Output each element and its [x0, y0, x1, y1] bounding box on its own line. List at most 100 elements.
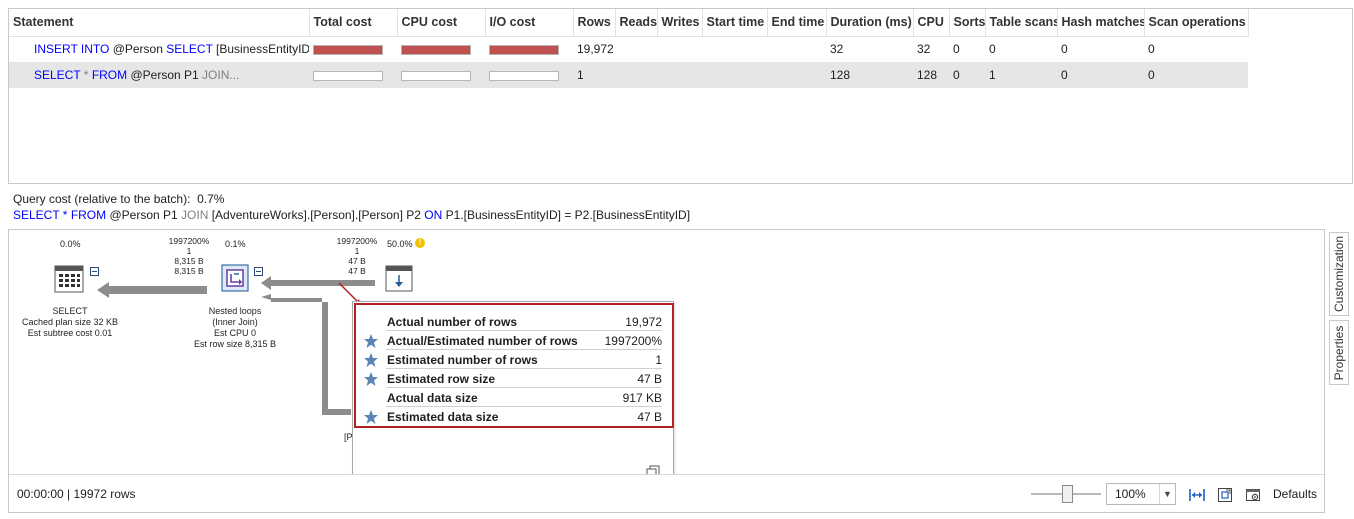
loops-node-percent: 0.1% [225, 239, 246, 249]
arrow-scan-to-loops-upper [261, 276, 375, 290]
zoom-slider-thumb[interactable] [1062, 485, 1073, 503]
col-header-io-cost[interactable]: I/O cost [485, 9, 574, 37]
writes-cell [657, 62, 702, 88]
select-icon[interactable] [54, 265, 84, 293]
loops-node-join-type: (Inner Join) [212, 317, 258, 327]
statement-cell[interactable]: INSERT INTO @Person SELECT [BusinessEnti… [9, 36, 309, 62]
col-header-total-cost[interactable]: Total cost [309, 9, 398, 37]
io-cost-cell [485, 36, 573, 62]
loops-node-cpu: Est CPU 0 [213, 328, 256, 338]
loops-node-title: Nested loops [208, 306, 262, 316]
cpu-cell: 128 [913, 62, 949, 88]
loops-stat-ratio: 1997200% [168, 236, 210, 246]
tab-properties[interactable]: Properties [1329, 320, 1349, 385]
total-cost-bar [313, 45, 383, 56]
collapse-select-icon[interactable] [90, 267, 99, 276]
zoom-value: 100% [1115, 487, 1146, 501]
table-scans-cell: 1 [985, 62, 1057, 88]
defaults-button[interactable]: Defaults [1273, 487, 1317, 501]
warning-icon[interactable]: ! [415, 238, 425, 248]
select-node-percent: 0.0% [60, 239, 81, 249]
collapse-loops-icon[interactable] [254, 267, 263, 276]
execution-plan-diagram[interactable]: 0.0% SELECT Cached plan size 32 KB Est s… [8, 229, 1325, 513]
tooltip-highlight-box: Actual number of rows 19,972 Actual/Esti… [354, 303, 674, 428]
io-cost-cell [485, 62, 573, 88]
cpu-cost-cell [397, 62, 485, 88]
col-header-duration[interactable]: Duration (ms) [826, 9, 914, 37]
tooltip-row-label: Estimated number of rows [387, 353, 538, 367]
sql-text: [BusinessEntityID],... [216, 42, 309, 57]
sql-keyword: SELECT [34, 68, 81, 82]
grid-header-row: Statement Total cost CPU cost I/O cost R… [9, 9, 1249, 37]
table-scan-icon[interactable] [385, 265, 415, 293]
start-time-cell [702, 36, 767, 62]
star-icon [364, 334, 378, 348]
scan-stat-size-act: 47 B [348, 266, 366, 276]
col-header-sorts[interactable]: Sorts [949, 9, 986, 37]
sql-keyword: SELECT [13, 208, 60, 222]
col-header-rows[interactable]: Rows [573, 9, 616, 37]
tooltip-row-value: 19,972 [625, 315, 662, 329]
star-icon [364, 353, 378, 367]
tooltip-row: Estimated data size 47 B [356, 407, 672, 426]
statements-grid: Statement Total cost CPU cost I/O cost R… [8, 8, 1353, 184]
scan-node-stats: 1997200% 1 47 B 47 B [332, 236, 382, 276]
reads-cell [615, 36, 657, 62]
sql-text: @Person P1 [127, 68, 203, 82]
sql-operator: JOIN... [202, 68, 240, 82]
tooltip-row-label: Estimated data size [387, 410, 499, 424]
chevron-down-icon[interactable]: ▼ [1159, 484, 1175, 504]
hash-matches-cell: 0 [1061, 42, 1068, 57]
sql-text: @Person [109, 42, 167, 57]
zoom-to-fit-icon[interactable] [1217, 487, 1233, 503]
tooltip-row-value: 47 B [637, 410, 662, 424]
col-header-statement[interactable]: Statement [9, 9, 310, 37]
col-header-table-scans[interactable]: Table scans [985, 9, 1058, 37]
cpu-cost-cell [397, 36, 485, 62]
sql-keyword: FROM [70, 208, 107, 222]
loops-stat-size-est: 8,315 B [174, 256, 204, 266]
scan-stat-ratio: 1997200% [336, 236, 378, 246]
total-cost-bar [313, 70, 383, 81]
col-header-cpu[interactable]: CPU [913, 9, 950, 37]
loops-node-row-size: Est row size 8,315 B [193, 339, 277, 349]
loops-node-stats: 1997200% 1 8,315 B 8,315 B [164, 236, 214, 276]
tooltip-row-value: 1997200% [604, 334, 662, 348]
tab-customization[interactable]: Customization [1329, 232, 1349, 316]
reads-cell [615, 62, 657, 88]
sql-operator: * [59, 208, 71, 222]
rows-cell: 1 [573, 62, 615, 88]
settings-icon[interactable] [1245, 487, 1261, 503]
tooltip-row-label: Actual/Estimated number of rows [387, 334, 578, 348]
cpu-cost-bar-fill [402, 46, 470, 55]
col-header-cpu-cost[interactable]: CPU cost [397, 9, 486, 37]
table-row-selected[interactable]: SELECT * FROM @Person P1 JOIN... 1 128 1… [9, 62, 1248, 88]
loops-stat-size-act: 8,315 B [174, 266, 204, 276]
statement-cell[interactable]: SELECT * FROM @Person P1 JOIN... [9, 62, 309, 88]
nested-loops-icon[interactable] [220, 263, 250, 292]
col-header-reads[interactable]: Reads [615, 9, 658, 37]
total-cost-bar-fill [314, 46, 382, 55]
tooltip-row-label: Estimated row size [387, 372, 496, 386]
select-node-title: SELECT [52, 306, 88, 316]
select-node-plan-size: Cached plan size 32 KB [21, 317, 119, 327]
fit-width-icon[interactable] [1189, 487, 1205, 503]
sql-text: @Person P1 [106, 208, 182, 222]
col-header-scan-operations[interactable]: Scan operations [1144, 9, 1249, 37]
col-header-hash-matches[interactable]: Hash matches [1057, 9, 1145, 37]
col-header-end-time[interactable]: End time [767, 9, 827, 37]
zoom-select[interactable]: 100% ▼ [1106, 483, 1176, 505]
query-cost-line: Query cost (relative to the batch): 0.7% [13, 192, 225, 206]
hash-matches-cell: 0 [1057, 62, 1144, 88]
col-header-writes[interactable]: Writes [657, 9, 703, 37]
io-cost-bar [489, 70, 559, 81]
col-header-start-time[interactable]: Start time [702, 9, 768, 37]
scan-operations-cell: 0 [1148, 42, 1155, 57]
tooltip-row: Actual/Estimated number of rows 1997200% [356, 331, 672, 350]
table-row[interactable]: INSERT INTO @Person SELECT [BusinessEnti… [9, 36, 1248, 62]
sorts-cell: 0 [953, 42, 960, 57]
star-icon [364, 410, 378, 424]
tooltip-row: Actual number of rows 19,972 [356, 312, 672, 331]
loops-stat-rows: 1 [186, 246, 192, 256]
io-cost-bar-fill [490, 46, 558, 55]
